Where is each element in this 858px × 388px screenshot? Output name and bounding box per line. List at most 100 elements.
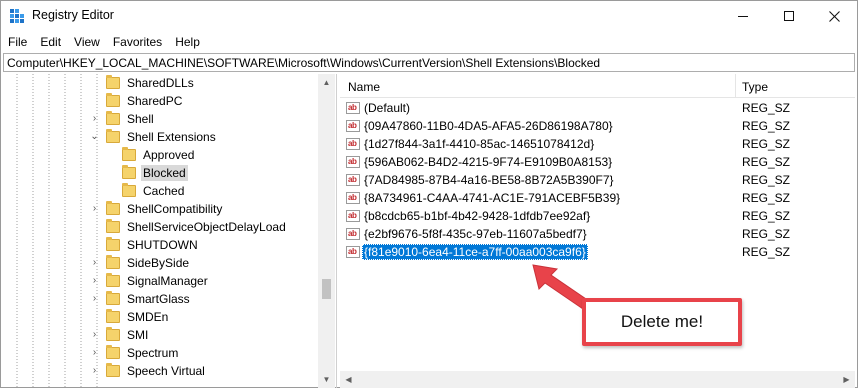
scroll-down-icon[interactable]: ▼	[318, 371, 335, 388]
value-row-selected[interactable]: ab {f81e9010-6ea4-11ce-a7ff-00aa003ca9f6…	[340, 243, 855, 261]
chevron-right-icon[interactable]: ›	[90, 276, 99, 286]
column-type-header[interactable]: Type	[742, 80, 768, 94]
folder-icon	[106, 237, 120, 251]
value-type: REG_SZ	[742, 173, 791, 187]
value-row[interactable]: ab {7AD84985-87B4-4a16-BE58-8B72A5B390F7…	[340, 171, 855, 189]
tree-item-label: Shell	[127, 112, 154, 126]
value-row[interactable]: ab {1d27f844-3a1f-4410-85ac-14651078412d…	[340, 135, 855, 153]
tree-item-label: SharedDLLs	[127, 76, 194, 90]
close-button[interactable]	[812, 1, 857, 31]
tree-item-smartglass[interactable]: › SmartGlass	[93, 290, 192, 308]
chevron-down-icon[interactable]: ⌄	[90, 132, 99, 142]
value-row[interactable]: ab {596AB062-B4D2-4215-9F74-E9109B0A8153…	[340, 153, 855, 171]
column-divider[interactable]	[735, 74, 736, 98]
tree-item-label: ShellServiceObjectDelayLoad	[127, 220, 286, 234]
string-value-icon: ab	[346, 228, 360, 240]
tree-item-speech-virtual[interactable]: › Speech Virtual	[93, 362, 207, 380]
string-value-icon: ab	[346, 210, 360, 222]
scroll-up-icon[interactable]: ▲	[318, 74, 335, 91]
value-type: REG_SZ	[742, 101, 791, 115]
value-row[interactable]: ab {8A734961-C4AA-4741-AC1E-791ACEBF5B39…	[340, 189, 855, 207]
chevron-right-icon[interactable]: ›	[90, 258, 99, 268]
menu-favorites[interactable]: Favorites	[106, 35, 168, 49]
folder-icon	[122, 147, 136, 161]
tree-item-signalmanager[interactable]: › SignalManager	[93, 272, 210, 290]
value-type: REG_SZ	[742, 209, 791, 223]
tree-item-label: ShellCompatibility	[127, 202, 223, 216]
value-type: REG_SZ	[742, 119, 791, 133]
minimize-button[interactable]	[720, 1, 765, 31]
annotation-callout: Delete me!	[582, 298, 742, 346]
scroll-right-icon[interactable]: ▶	[838, 371, 855, 388]
column-name-header[interactable]: Name	[348, 80, 380, 94]
folder-icon	[106, 201, 120, 215]
chevron-right-icon[interactable]: ›	[90, 114, 99, 124]
value-name: {596AB062-B4D2-4215-9F74-E9109B0A8153}	[364, 155, 613, 169]
tree-item-shellserviceobjectdelayload[interactable]: ShellServiceObjectDelayLoad	[106, 218, 288, 236]
folder-icon	[106, 111, 120, 125]
value-type: REG_SZ	[742, 245, 791, 259]
folder-icon	[106, 255, 120, 269]
tree-item-smi[interactable]: › SMI	[93, 326, 150, 344]
tree-item-label: SMDEn	[127, 310, 169, 324]
values-horizontal-scrollbar[interactable]: ◀ ▶	[340, 371, 855, 388]
value-name: {8A734961-C4AA-4741-AC1E-791ACEBF5B39}	[364, 191, 621, 205]
menu-bar: File Edit View Favorites Help	[1, 32, 857, 52]
value-row[interactable]: ab {b8cdcb65-b1bf-4b42-9428-1dfdb7ee92af…	[340, 207, 855, 225]
maximize-button[interactable]	[766, 1, 811, 31]
tree-item-cached[interactable]: Cached	[122, 182, 186, 200]
tree-item-shellcompatibility[interactable]: › ShellCompatibility	[93, 200, 224, 218]
tree-item-shareddlls[interactable]: SharedDLLs	[106, 74, 196, 92]
folder-icon	[106, 345, 120, 359]
tree-item-label: Approved	[143, 148, 195, 162]
title-bar: Registry Editor	[1, 1, 857, 31]
tree-item-approved[interactable]: Approved	[122, 146, 196, 164]
scroll-thumb[interactable]	[322, 279, 331, 299]
value-name: {1d27f844-3a1f-4410-85ac-14651078412d}	[364, 137, 595, 151]
address-bar[interactable]: Computer\HKEY_LOCAL_MACHINE\SOFTWARE\Mic…	[3, 53, 855, 72]
tree-item-label: SideBySide	[127, 256, 190, 270]
menu-help[interactable]: Help	[168, 35, 206, 49]
tree-vertical-scrollbar[interactable]: ▲ ▼	[318, 74, 335, 388]
chevron-right-icon[interactable]: ›	[90, 348, 99, 358]
string-value-icon: ab	[346, 156, 360, 168]
tree-item-sharedpc[interactable]: SharedPC	[106, 92, 184, 110]
value-name: (Default)	[364, 101, 411, 115]
folder-icon	[106, 363, 120, 377]
tree-item-label: SharedPC	[127, 94, 183, 108]
folder-icon	[106, 273, 120, 287]
menu-view[interactable]: View	[67, 35, 106, 49]
value-row[interactable]: ab {09A47860-11B0-4DA5-AFA5-26D86198A780…	[340, 117, 855, 135]
tree-item-shutdown[interactable]: SHUTDOWN	[106, 236, 200, 254]
value-row[interactable]: ab (Default) REG_SZ	[340, 99, 855, 117]
menu-edit[interactable]: Edit	[33, 35, 67, 49]
tree-item-smden[interactable]: SMDEn	[106, 308, 170, 326]
tree-item-shell-extensions[interactable]: ⌄ Shell Extensions	[90, 128, 218, 146]
scroll-left-icon[interactable]: ◀	[340, 371, 357, 388]
chevron-right-icon[interactable]: ›	[90, 294, 99, 304]
chevron-right-icon[interactable]: ›	[90, 330, 99, 340]
string-value-icon: ab	[346, 120, 360, 132]
tree-item-spectrum[interactable]: › Spectrum	[93, 344, 180, 362]
value-type: REG_SZ	[742, 227, 791, 241]
key-tree-pane: SharedDLLs SharedPC › Shell ⌄ Shell Exte…	[3, 74, 337, 388]
value-name: {7AD84985-87B4-4a16-BE58-8B72A5B390F7}	[364, 173, 614, 187]
value-name: {09A47860-11B0-4DA5-AFA5-26D86198A780}	[364, 119, 613, 133]
tree-item-sidebyside[interactable]: › SideBySide	[93, 254, 191, 272]
registry-editor-icon	[10, 9, 24, 23]
close-icon	[829, 10, 840, 22]
string-value-icon: ab	[346, 246, 360, 258]
tree-item-shell[interactable]: › Shell	[93, 110, 156, 128]
value-type: REG_SZ	[742, 137, 791, 151]
value-name: {e2bf9676-5f8f-435c-97eb-11607a5bedf7}	[364, 227, 587, 241]
value-row[interactable]: ab {e2bf9676-5f8f-435c-97eb-11607a5bedf7…	[340, 225, 855, 243]
value-type: REG_SZ	[742, 191, 791, 205]
folder-icon	[122, 183, 136, 197]
menu-file[interactable]: File	[1, 35, 33, 49]
minimize-icon	[737, 15, 748, 17]
chevron-right-icon[interactable]: ›	[90, 204, 99, 214]
tree-item-blocked[interactable]: Blocked	[122, 164, 188, 182]
chevron-right-icon[interactable]: ›	[90, 366, 99, 376]
value-name-selected: {f81e9010-6ea4-11ce-a7ff-00aa003ca9f6}	[362, 244, 588, 260]
folder-icon	[106, 219, 120, 233]
